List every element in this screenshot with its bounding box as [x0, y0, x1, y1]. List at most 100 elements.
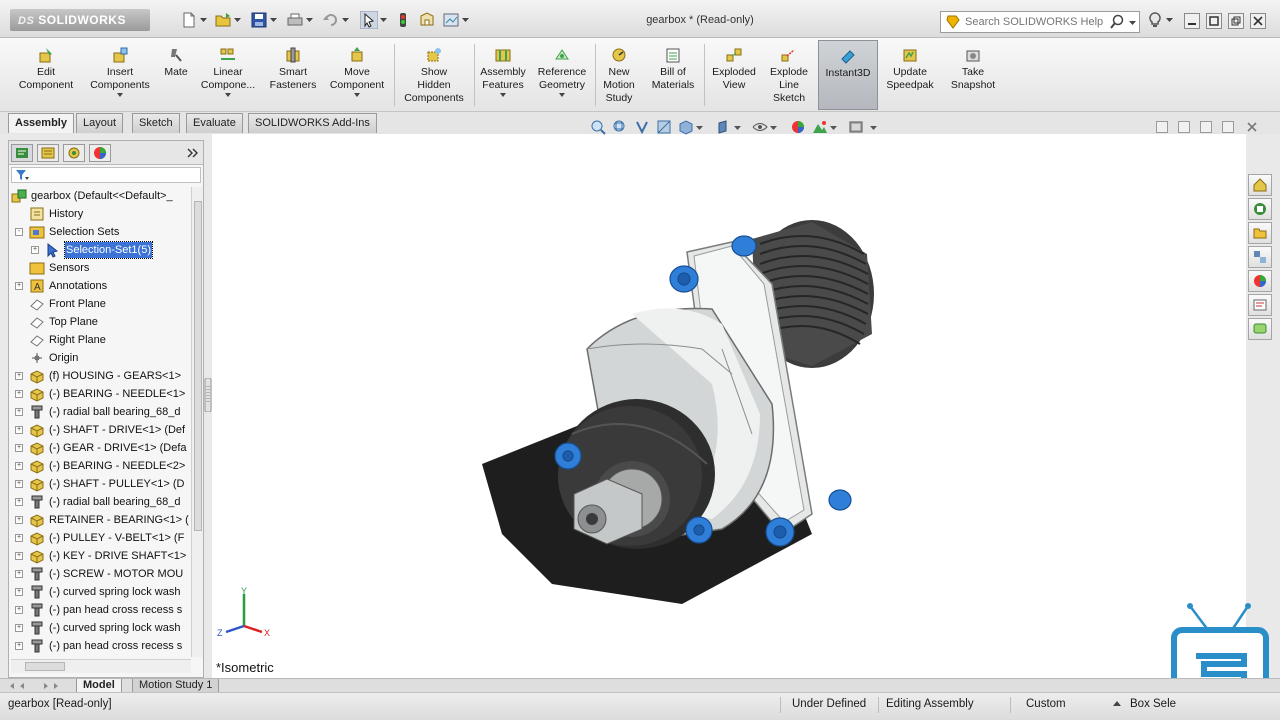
tab-evaluate[interactable]: Evaluate — [186, 113, 243, 133]
tab-solidworks-add-ins[interactable]: SOLIDWORKS Add-Ins — [248, 113, 377, 133]
tree-item[interactable]: + A Annotations — [9, 277, 191, 295]
displaymanager-tab[interactable] — [89, 144, 111, 162]
restore-button[interactable] — [1228, 13, 1244, 29]
select-cursor-icon[interactable] — [360, 11, 378, 29]
tree-item[interactable]: + (-) curved spring lock wash — [9, 583, 191, 601]
tree-item[interactable]: + (-) SCREW - MOTOR MOU — [9, 565, 191, 583]
expand-toggle[interactable]: + — [15, 642, 23, 650]
featuremanager-tab[interactable] — [11, 144, 33, 162]
chevron-down-icon[interactable] — [770, 125, 777, 131]
tree-item[interactable]: + RETAINER - BEARING<1> ( — [9, 511, 191, 529]
viewport-split-button[interactable] — [1178, 121, 1190, 133]
tree-item[interactable]: + (-) GEAR - DRIVE<1> (Defa — [9, 439, 191, 457]
solidworks-forum-tab[interactable] — [1248, 318, 1272, 340]
print-icon[interactable] — [286, 11, 304, 29]
zoom-to-area-icon[interactable] — [612, 119, 628, 135]
expand-toggle[interactable]: + — [15, 426, 23, 434]
file-properties-icon[interactable] — [418, 11, 436, 29]
edit-component-button[interactable]: Edit Component — [10, 40, 82, 110]
edit-appearance-icon[interactable] — [790, 119, 806, 135]
chevron-down-icon[interactable] — [1129, 20, 1136, 26]
chevron-down-icon[interactable] — [342, 17, 349, 23]
expand-toggle[interactable]: + — [15, 498, 23, 506]
chevron-down-icon[interactable] — [870, 125, 877, 131]
rebuild-icon[interactable] — [394, 11, 412, 29]
expand-toggle[interactable]: + — [15, 552, 23, 560]
tree-item[interactable]: + (-) pan head cross recess s — [9, 637, 191, 655]
configurationmanager-tab[interactable] — [63, 144, 85, 162]
previous-view-icon[interactable] — [634, 119, 650, 135]
chevron-down-icon[interactable] — [200, 17, 207, 23]
design-library-tab[interactable] — [1248, 198, 1272, 220]
minimize-button[interactable] — [1184, 13, 1200, 29]
linear-pattern-button[interactable]: Linear Compone... — [196, 40, 260, 110]
tab-assembly[interactable]: Assembly — [8, 113, 74, 133]
tree-item[interactable]: + (-) BEARING - NEEDLE<2> — [9, 457, 191, 475]
graphics-area[interactable] — [212, 134, 1246, 678]
tree-item[interactable]: Top Plane — [9, 313, 191, 331]
expand-toggle[interactable]: + — [15, 390, 23, 398]
solidworks-resources-tab[interactable] — [1248, 174, 1272, 196]
expand-toggle[interactable]: + — [15, 480, 23, 488]
smart-fasteners-button[interactable]: Smart Fasteners — [262, 40, 324, 110]
tree-root[interactable]: gearbox (Default<<Default>_ — [9, 187, 191, 205]
chevron-down-icon[interactable] — [306, 17, 313, 23]
tree-item[interactable]: + (-) curved spring lock wash — [9, 619, 191, 637]
tree-item[interactable]: + (-) SHAFT - PULLEY<1> (D — [9, 475, 191, 493]
chevron-down-icon[interactable] — [234, 17, 241, 23]
tree-item[interactable]: + (-) pan head cross recess s — [9, 601, 191, 619]
tree-horizontal-scrollbar[interactable] — [11, 659, 191, 673]
tab-scroll-arrows-icon[interactable] — [6, 681, 66, 691]
take-snapshot-button[interactable]: Take Snapshot — [942, 40, 1004, 110]
chevron-down-icon[interactable] — [380, 17, 387, 23]
file-explorer-tab[interactable] — [1248, 222, 1272, 244]
tab-motion-study-1[interactable]: Motion Study 1 — [132, 679, 220, 693]
tree-item[interactable]: Sensors — [9, 259, 191, 277]
view-orientation-icon[interactable] — [678, 119, 694, 135]
propertymanager-tab[interactable] — [37, 144, 59, 162]
tab-layout[interactable]: Layout — [76, 113, 124, 133]
chevron-down-icon[interactable] — [830, 125, 837, 131]
tree-item[interactable]: + (f) HOUSING - GEARS<1> — [9, 367, 191, 385]
expand-toggle[interactable]: + — [15, 372, 23, 380]
expand-toggle[interactable]: + — [15, 570, 23, 578]
expand-toggle[interactable]: + — [15, 516, 23, 524]
dropdown-arrow-icon[interactable] — [559, 93, 565, 97]
reference-geometry-button[interactable]: Reference Geometry — [532, 40, 592, 110]
tab-model[interactable]: Model — [76, 679, 122, 693]
tree-filter[interactable] — [11, 167, 201, 183]
dropdown-arrow-icon[interactable] — [117, 93, 123, 97]
tab-sketch[interactable]: Sketch — [132, 113, 180, 133]
help-icon[interactable] — [1146, 11, 1164, 29]
mate-button[interactable]: Mate — [158, 40, 194, 110]
custom-properties-tab[interactable] — [1248, 294, 1272, 316]
tree-item[interactable]: + (-) radial ball bearing_68_d — [9, 403, 191, 421]
chevron-down-icon[interactable] — [462, 17, 469, 23]
scrollbar-thumb[interactable] — [25, 662, 65, 671]
tree-item[interactable]: History — [9, 205, 191, 223]
options-icon[interactable] — [442, 11, 460, 29]
tree-item[interactable]: + (-) KEY - DRIVE SHAFT<1> — [9, 547, 191, 565]
open-folder-icon[interactable] — [214, 11, 232, 29]
bill-of-materials-button[interactable]: Bill of Materials — [644, 40, 702, 110]
tree-item[interactable]: + Selection-Set1(5) — [9, 241, 191, 259]
collapse-toggle[interactable]: - — [15, 228, 23, 236]
maximize-button[interactable] — [1206, 13, 1222, 29]
tree-item[interactable]: Right Plane — [9, 331, 191, 349]
viewport-close-button[interactable] — [1246, 121, 1258, 133]
view-palette-tab[interactable] — [1248, 246, 1272, 268]
search-icon[interactable] — [1109, 14, 1125, 30]
expand-toggle[interactable]: + — [31, 246, 39, 254]
appearances-tab[interactable] — [1248, 270, 1272, 292]
section-view-icon[interactable] — [656, 119, 672, 135]
expand-toggle[interactable]: + — [15, 606, 23, 614]
tree-item[interactable]: - Selection Sets — [9, 223, 191, 241]
exploded-view-button[interactable]: Exploded View — [706, 40, 762, 110]
view-settings-icon[interactable] — [848, 119, 864, 135]
tree-item[interactable]: + (-) radial ball bearing_68_d — [9, 493, 191, 511]
tree-vertical-scrollbar[interactable] — [191, 187, 203, 657]
tree-item[interactable]: Front Plane — [9, 295, 191, 313]
display-style-icon[interactable] — [716, 119, 732, 135]
chevron-down-icon[interactable] — [1166, 17, 1173, 23]
insert-components-button[interactable]: Insert Components — [84, 40, 156, 110]
